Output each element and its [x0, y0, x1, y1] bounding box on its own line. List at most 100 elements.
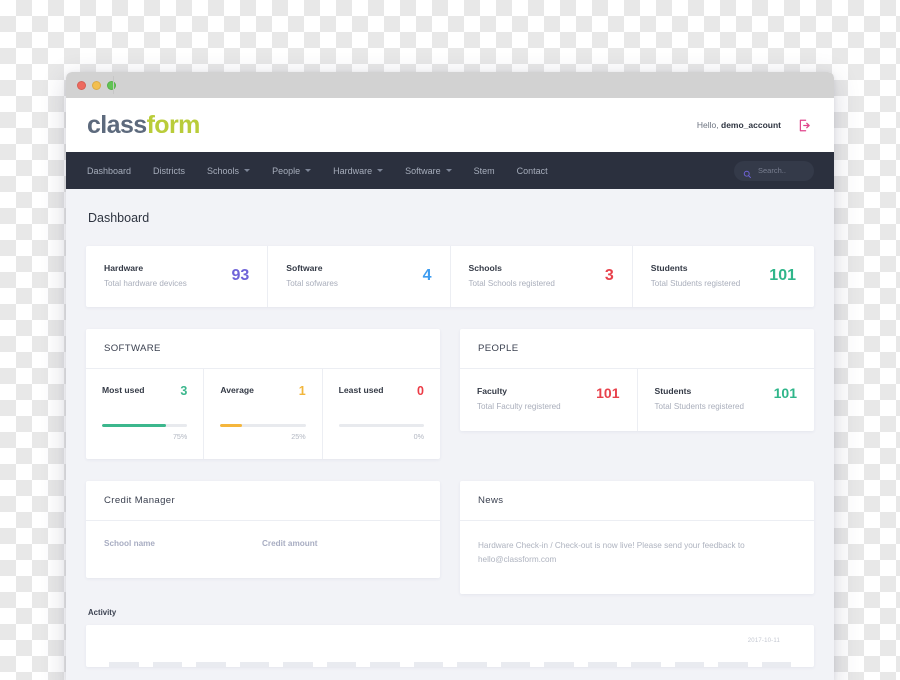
col-value: 101 — [773, 385, 797, 401]
stat-text: Schools Total Schools registered — [469, 263, 555, 288]
titlebar-divider — [113, 76, 114, 94]
people-text: Students Total Students registered — [655, 386, 745, 411]
col-label: Average — [220, 385, 254, 395]
activity-bar — [109, 662, 139, 668]
col-top: Faculty Total Faculty registered 101 — [477, 386, 620, 411]
people-panel-title: PEOPLE — [460, 329, 814, 369]
activity-bar — [761, 662, 791, 668]
window-maximize-button[interactable] — [107, 80, 116, 90]
stat-text: Hardware Total hardware devices — [104, 263, 187, 288]
stat-sublabel: Total sofwares — [286, 279, 338, 288]
nav-item-people[interactable]: People — [272, 166, 325, 176]
people-panel-columns: Faculty Total Faculty registered 101 Stu… — [460, 369, 814, 431]
activity-bar — [587, 662, 617, 668]
col-sublabel: Total Students registered — [654, 402, 745, 411]
stat-value: 3 — [604, 266, 614, 284]
activity-bar — [457, 662, 487, 668]
nav-label: Contact — [516, 165, 548, 176]
activity-card: 2017-10-11 — [86, 625, 814, 668]
people-col-faculty[interactable]: Faculty Total Faculty registered 101 — [460, 369, 638, 431]
page-title: Dashboard — [88, 211, 150, 225]
stat-label: Students — [650, 263, 688, 273]
activity-bar — [544, 662, 574, 668]
progress-wrapper: 25% — [220, 423, 306, 441]
progress-track — [220, 423, 306, 427]
progress-percent: 75% — [172, 432, 188, 441]
window-titlebar — [66, 72, 834, 98]
activity-bar — [239, 662, 269, 668]
greeting: Hello, demo_account — [697, 120, 781, 130]
stat-value: 4 — [422, 266, 432, 284]
nav-item-schools[interactable]: Schools — [207, 166, 264, 176]
stat-sublabel: Total Schools registered — [468, 279, 555, 288]
credit-column-school-name: School name — [104, 539, 155, 548]
page-body: Dashboard Hardware Total hardware device… — [66, 189, 834, 680]
activity-bar — [326, 662, 356, 668]
credit-manager-panel: Credit Manager School name Credit amount — [86, 481, 440, 578]
logout-icon[interactable] — [797, 118, 812, 133]
activity-bar — [500, 662, 530, 668]
browser-window: classform Hello, demo_account Dashboard … — [66, 72, 834, 680]
stat-label: Schools — [468, 263, 502, 273]
progress-wrapper: 75% — [102, 423, 188, 441]
col-label: Most used — [102, 385, 145, 395]
news-panel: News Hardware Check-in / Check-out is no… — [460, 481, 814, 595]
software-panel-title: SOFTWARE — [86, 329, 440, 369]
activity-bar — [413, 662, 443, 668]
col-sublabel: Total Faculty registered — [477, 402, 561, 411]
stat-label: Hardware — [104, 263, 144, 273]
activity-bar — [196, 662, 226, 668]
window-minimize-button[interactable] — [92, 80, 101, 90]
news-body: Hardware Check-in / Check-out is now liv… — [478, 541, 745, 564]
app-logo[interactable]: classform — [87, 110, 200, 139]
nav-item-software[interactable]: Software — [405, 166, 466, 176]
chevron-down-icon — [305, 169, 312, 172]
progress-percent: 0% — [413, 432, 424, 441]
col-label: Students — [654, 386, 692, 396]
chevron-down-icon — [377, 169, 384, 172]
stat-card-hardware[interactable]: Hardware Total hardware devices 93 — [86, 246, 269, 307]
credit-column-credit-amount: Credit amount — [262, 539, 318, 548]
search-icon — [743, 166, 752, 179]
people-col-students[interactable]: Students Total Students registered 101 — [638, 369, 815, 431]
progress-fill — [220, 423, 242, 427]
progress-track — [338, 423, 424, 427]
activity-bar — [674, 662, 704, 668]
nav-item-contact[interactable]: Contact — [517, 166, 562, 176]
software-panel: SOFTWARE Most used 3 75% Average 1 25% L… — [86, 329, 440, 459]
window-close-button[interactable] — [77, 80, 86, 90]
nav-item-stem[interactable]: Stem — [474, 166, 509, 176]
chevron-down-icon — [244, 169, 251, 172]
stat-card-software[interactable]: Software Total sofwares 4 — [268, 246, 451, 307]
stat-card-students[interactable]: Students Total Students registered 101 — [633, 246, 814, 307]
stat-label: Software — [286, 263, 323, 273]
stat-text: Software Total sofwares — [286, 263, 338, 288]
stat-sublabel: Total hardware devices — [104, 279, 187, 288]
nav-item-districts[interactable]: Districts — [153, 166, 199, 176]
news-title: News — [460, 481, 814, 521]
credit-manager-title: Credit Manager — [86, 481, 440, 521]
nav-label: Software — [405, 165, 441, 176]
credit-manager-table: School name Credit amount — [86, 521, 440, 578]
stat-value: 93 — [231, 266, 250, 284]
logo-text-class: class — [87, 110, 147, 139]
activity-chart-bars — [102, 659, 798, 668]
search-input[interactable]: Search.. — [734, 160, 814, 181]
people-panel: PEOPLE Faculty Total Faculty registered … — [460, 329, 814, 431]
activity-label: Activity — [88, 608, 117, 618]
col-value: 101 — [596, 385, 620, 401]
username-label: demo_account — [721, 120, 781, 130]
progress-wrapper: 0% — [338, 423, 424, 441]
nav-item-dashboard[interactable]: Dashboard — [87, 166, 145, 176]
nav-item-hardware[interactable]: Hardware — [333, 166, 397, 176]
activity-bar — [152, 662, 182, 668]
activity-bar — [370, 662, 400, 668]
software-col-most-used: Most used 3 75% — [86, 369, 205, 459]
nav-label: People — [272, 165, 301, 176]
user-area: Hello, demo_account — [697, 118, 812, 133]
nav-label: Schools — [207, 165, 240, 176]
nav-label: Stem — [473, 165, 495, 176]
stat-sublabel: Total Students registered — [650, 279, 741, 288]
col-value: 1 — [298, 384, 306, 398]
stat-card-schools[interactable]: Schools Total Schools registered 3 — [451, 246, 633, 307]
